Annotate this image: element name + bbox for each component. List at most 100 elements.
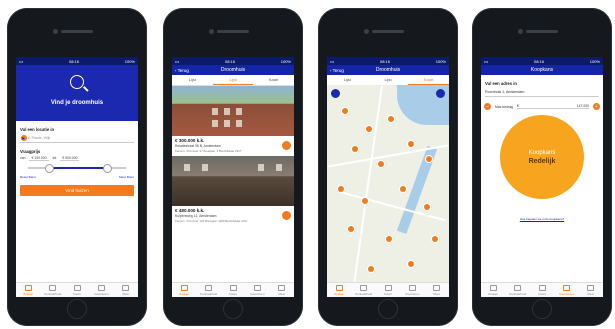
filter-links: Reset filters Meer filters xyxy=(20,175,134,179)
tab-saved[interactable]: Kenbaarheid xyxy=(351,283,375,297)
time: 08:16 xyxy=(68,58,79,64)
slider-max-handle[interactable] xyxy=(103,164,113,173)
tab-favorites[interactable]: Favorieten xyxy=(400,283,424,297)
map-pin[interactable] xyxy=(347,225,355,233)
bid-value: 147.000 xyxy=(576,104,589,108)
listing-address: Kuipersweg 12, Amsterdam xyxy=(175,214,217,218)
home-button[interactable] xyxy=(378,299,398,319)
map-pin[interactable] xyxy=(385,235,393,243)
locate-icon[interactable] xyxy=(436,89,445,98)
map-pin[interactable] xyxy=(351,145,359,153)
tab-more[interactable]: Meer xyxy=(270,283,294,297)
price-to-input[interactable]: € 500.000 xyxy=(60,156,80,161)
listing-photo xyxy=(172,156,294,206)
battery: 100% xyxy=(435,58,446,64)
tab-more[interactable]: Meer xyxy=(425,283,449,297)
seg-1[interactable]: Lijst xyxy=(327,75,368,85)
map-pin[interactable] xyxy=(337,185,345,193)
kans-button[interactable] xyxy=(282,141,291,150)
screen-search: ••• 08:16 100% Vind je droomhuis Vul een… xyxy=(16,57,138,297)
price-slider[interactable] xyxy=(28,164,126,173)
search-tab-icon xyxy=(180,284,188,291)
bid-input[interactable]: € 147.000 xyxy=(516,104,589,109)
listing-card[interactable]: € 300.000 k.k. Relatiestraat 98 B, Amste… xyxy=(172,86,294,153)
search-tab-icon xyxy=(24,284,32,291)
minus-button[interactable]: − xyxy=(484,103,491,110)
battery: 100% xyxy=(124,58,135,64)
seg-1[interactable]: Lijst xyxy=(172,75,213,85)
saved-tab-icon xyxy=(360,284,368,291)
map-pin[interactable] xyxy=(367,265,375,273)
search-tab-icon xyxy=(489,284,497,291)
home-button[interactable] xyxy=(67,299,87,319)
price-from-input[interactable]: € 150.000 xyxy=(29,156,49,161)
home-button[interactable] xyxy=(532,299,552,319)
listing-price: € 300.000 k.k. xyxy=(175,138,205,143)
tab-search[interactable]: Zoeken xyxy=(481,283,505,297)
more-filters-link[interactable]: Meer filters xyxy=(119,175,134,179)
reset-filters-link[interactable]: Reset filters xyxy=(20,175,36,179)
map-pin[interactable] xyxy=(387,115,395,123)
speaker xyxy=(526,30,558,33)
tab-search[interactable]: Zoeken xyxy=(327,283,351,297)
tab-more[interactable]: Meer xyxy=(579,283,603,297)
map-pin[interactable] xyxy=(341,107,349,115)
map-pin[interactable] xyxy=(407,140,415,148)
tab-favorites[interactable]: Favorieten xyxy=(245,283,269,297)
listing-card[interactable]: € 480.000 k.k. Kuipersweg 12, Amsterdam … xyxy=(172,156,294,223)
seg-3[interactable]: Kaart xyxy=(408,75,449,85)
tab-map[interactable]: Kaart xyxy=(376,283,400,297)
map-pin[interactable] xyxy=(399,185,407,193)
tab-map[interactable]: Kaart xyxy=(221,283,245,297)
map-pin[interactable] xyxy=(377,160,385,168)
back-button[interactable]: ‹ Terug xyxy=(175,68,189,73)
how-link[interactable]: Hoe bepalen we onze koopkans? xyxy=(481,217,603,221)
currency: € xyxy=(62,156,65,160)
back-button[interactable]: ‹ Terug xyxy=(330,68,344,73)
tab-more[interactable]: Meer xyxy=(114,283,138,297)
listing-address: Relatiestraat 98 B, Amsterdam xyxy=(175,144,221,148)
tab-favorites[interactable]: Favorieten xyxy=(554,283,578,297)
map-pin[interactable] xyxy=(431,235,439,243)
time: 08:16 xyxy=(224,58,235,64)
map-pin[interactable] xyxy=(365,125,373,133)
map-pin[interactable] xyxy=(361,197,369,205)
seg-3[interactable]: Kaart xyxy=(253,75,294,85)
battery: 100% xyxy=(280,58,291,64)
listing-photo xyxy=(172,86,294,136)
map-pin[interactable] xyxy=(423,203,431,211)
more-tab-icon xyxy=(122,284,130,291)
saved-tab-icon xyxy=(514,284,522,291)
window xyxy=(236,120,242,127)
tab-map[interactable]: Kaart xyxy=(65,283,89,297)
location-input[interactable]: Straat, Plaats, Wijk ➤ xyxy=(20,134,134,143)
tab-search[interactable]: Zoeken xyxy=(172,283,196,297)
seg-2[interactable]: Lijst xyxy=(368,75,409,85)
tab-favorites[interactable]: Favorieten xyxy=(89,283,113,297)
address-input[interactable]: Roomhuis 1, Amsterdam xyxy=(485,88,599,97)
map-pin[interactable] xyxy=(407,260,415,268)
plus-button[interactable]: + xyxy=(593,103,600,110)
map-view[interactable] xyxy=(327,85,449,283)
listing-meta: Kamers: 3 Perceel: 122 Bouwjaar: 1960 Be… xyxy=(175,219,248,223)
map-tab-icon xyxy=(73,284,81,291)
hero: Vind je droomhuis xyxy=(16,65,138,121)
tab-map[interactable]: Kaart xyxy=(530,283,554,297)
seg-2[interactable]: Lijst xyxy=(212,75,254,85)
tab-saved[interactable]: Kenbaarheid xyxy=(505,283,529,297)
window xyxy=(184,164,190,171)
tab-saved[interactable]: Kenbaarheid xyxy=(196,283,220,297)
tab-bar: Zoeken Kenbaarheid Kaart Favorieten Meer xyxy=(327,282,449,297)
tab-saved[interactable]: Kenbaarheid xyxy=(40,283,64,297)
location-arrow-icon[interactable]: ➤ xyxy=(20,134,28,142)
kans-button[interactable] xyxy=(282,211,291,220)
slider-min-handle[interactable] xyxy=(44,164,54,173)
find-houses-button[interactable]: Vind huizen xyxy=(20,185,134,196)
price-range: van € 150.000 tot € 500.000 xyxy=(20,156,134,161)
home-button[interactable] xyxy=(223,299,243,319)
map-pin[interactable] xyxy=(425,155,433,163)
back-map-icon[interactable] xyxy=(331,89,340,98)
tab-search[interactable]: Zoeken xyxy=(16,283,40,297)
status-bar: ••• 08:16 100% xyxy=(327,57,449,65)
time: 08:16 xyxy=(379,58,390,64)
